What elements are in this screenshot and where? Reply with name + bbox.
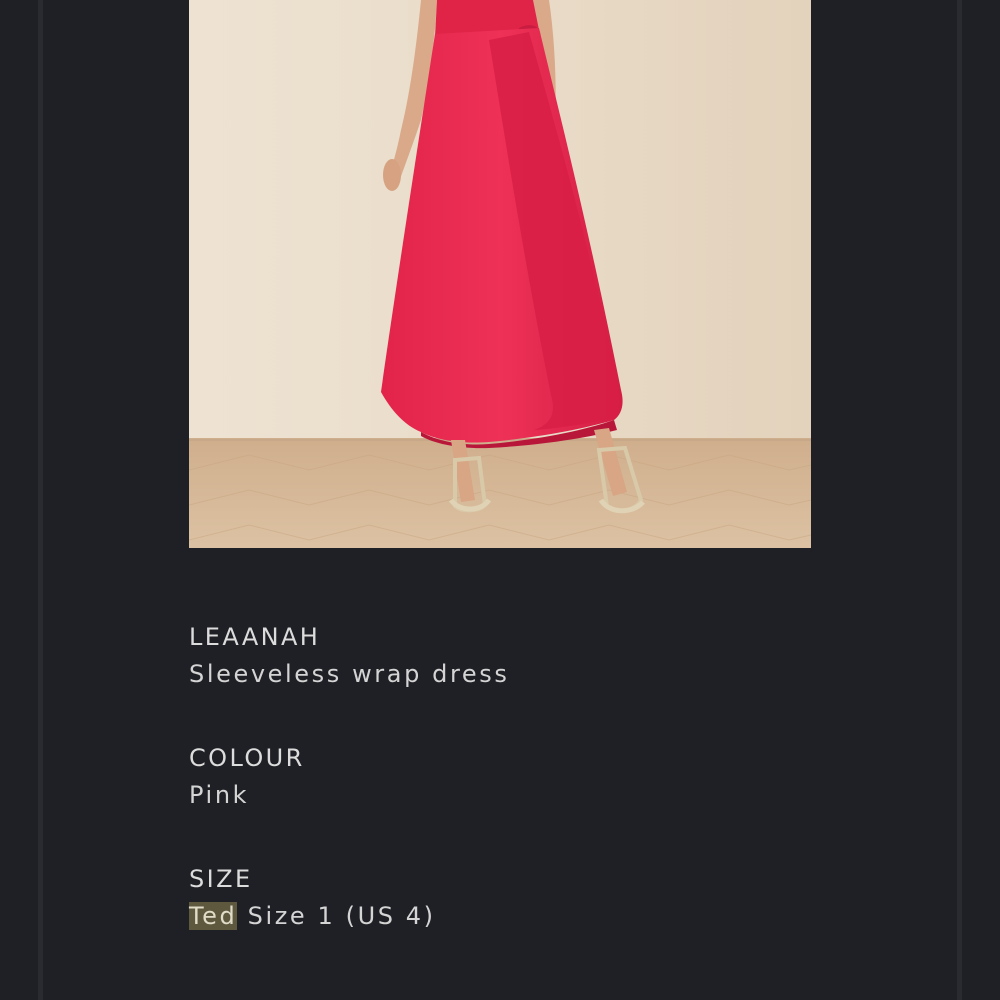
size-value: Ted Size 1 (US 4) [189,896,809,936]
colour-value: Pink [189,781,250,809]
product-image[interactable] [189,0,811,548]
colour-label: COLOUR [189,744,305,772]
size-label: SIZE [189,865,253,893]
colour-block: COLOUR Pink [189,741,809,815]
product-photo [189,0,811,548]
size-highlight[interactable]: Ted [189,902,238,930]
product-details: LEAANAH Sleeveless wrap dress COLOUR Pin… [189,620,809,983]
left-border [38,0,43,1000]
name-block: LEAANAH Sleeveless wrap dress [189,620,809,694]
product-name-label: LEAANAH [189,623,321,651]
page-frame: LEAANAH Sleeveless wrap dress COLOUR Pin… [0,0,1000,1000]
right-border [957,0,962,1000]
size-block: SIZE Ted Size 1 (US 4) [189,862,809,936]
size-text: Size 1 (US 4) [237,902,436,930]
product-name-value: Sleeveless wrap dress [189,660,510,688]
